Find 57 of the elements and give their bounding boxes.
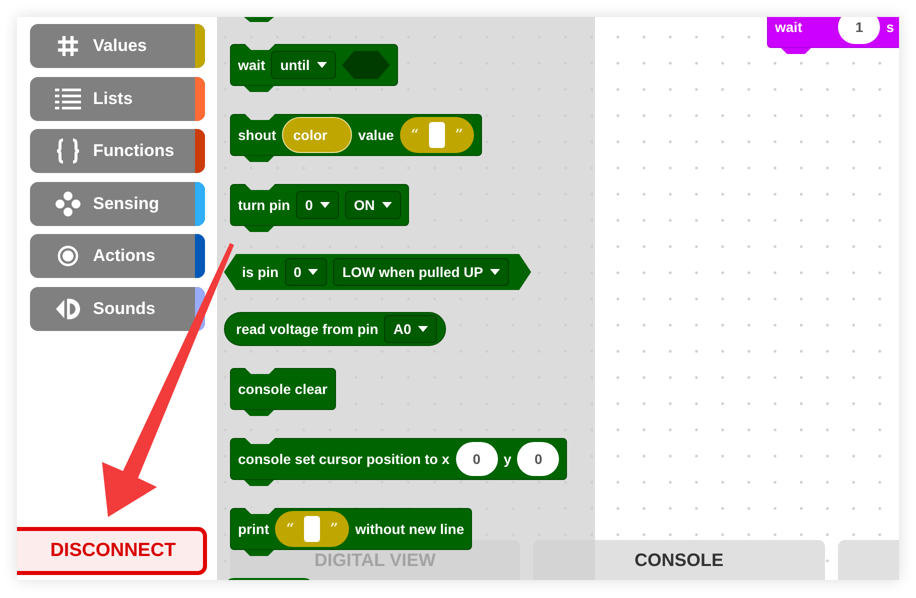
block-fragment xyxy=(244,17,274,22)
boolean-slot[interactable] xyxy=(342,51,390,79)
dropdown[interactable]: 0 xyxy=(284,258,328,286)
category-button[interactable]: Lists xyxy=(30,76,205,120)
number-input[interactable]: 0 xyxy=(456,442,498,476)
dropdown[interactable]: until xyxy=(271,51,336,79)
caret-icon xyxy=(320,202,330,208)
block-label: shout xyxy=(238,127,276,143)
block-notch xyxy=(245,184,275,190)
boolean-block[interactable]: is pin 0 LOW when pulled UP xyxy=(224,254,532,290)
block-label: without new line xyxy=(355,521,464,537)
category-button[interactable]: Sensing xyxy=(30,182,205,226)
block-label: turn pin xyxy=(238,197,290,213)
target-icon xyxy=(57,245,79,267)
caret-icon xyxy=(308,269,318,275)
block-connector-tab xyxy=(244,410,274,416)
category-button[interactable]: Functions xyxy=(30,129,205,173)
block-label: read voltage from pin xyxy=(236,321,378,337)
disconnect-button[interactable]: DISCONNECT xyxy=(17,527,207,575)
dropdown[interactable]: LOW when pulled UP xyxy=(333,258,510,286)
block-label: wait xyxy=(238,57,266,73)
reporter-block[interactable]: read voltage from pin A0 xyxy=(224,312,446,346)
block-label: console set cursor position to x xyxy=(238,451,450,467)
dropdown[interactable]: A0 xyxy=(384,315,438,343)
caret-icon xyxy=(382,202,392,208)
block-label: is pin xyxy=(242,264,279,280)
block-notch xyxy=(245,368,275,374)
caret-icon xyxy=(418,326,428,332)
block-connector-tab xyxy=(244,550,274,556)
category-button[interactable]: Sounds xyxy=(30,286,205,330)
number-input[interactable]: 0 xyxy=(517,442,560,476)
block-label: console clear xyxy=(238,381,328,397)
dropdown[interactable]: 0 xyxy=(296,191,339,219)
dropdown[interactable]: ON xyxy=(344,191,401,219)
block-notch xyxy=(245,44,275,50)
category-button[interactable]: Values xyxy=(30,24,205,68)
block-connector-tab xyxy=(244,480,274,486)
block-connector-tab xyxy=(244,226,274,232)
block-label: print xyxy=(238,521,270,537)
braces-icon xyxy=(55,138,81,164)
block-notch xyxy=(245,508,275,514)
caret-icon xyxy=(490,269,500,275)
category-button[interactable]: Actions xyxy=(30,234,205,278)
number-input[interactable]: 1 xyxy=(838,17,880,44)
block-notch xyxy=(245,114,275,120)
block-connector-tab xyxy=(244,86,274,92)
caret-icon xyxy=(316,62,327,68)
block-connector-tab xyxy=(781,48,811,54)
list-icon xyxy=(55,86,81,112)
block-label: y xyxy=(504,451,512,467)
hash-icon xyxy=(56,34,80,58)
block-connector-tab xyxy=(244,156,274,162)
dots-icon xyxy=(55,190,81,216)
block-label: wait xyxy=(775,19,802,35)
block-label: s xyxy=(886,19,894,35)
block-label: value xyxy=(358,127,394,143)
block-notch xyxy=(245,438,275,444)
